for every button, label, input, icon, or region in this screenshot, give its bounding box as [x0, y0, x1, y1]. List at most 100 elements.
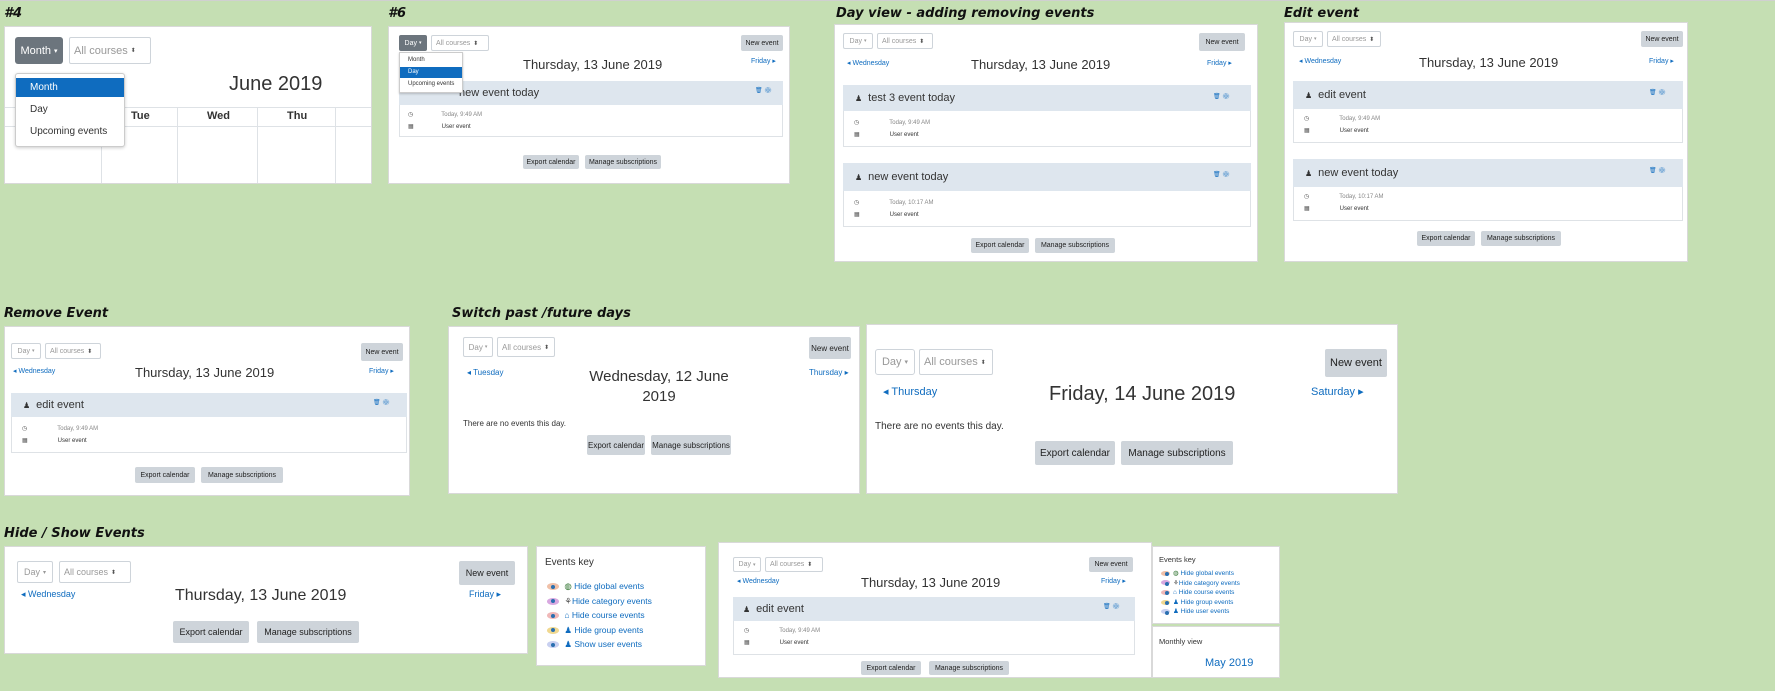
- key-item-global[interactable]: ◍ Hide global events: [1161, 569, 1240, 579]
- course-select[interactable]: All courses ⬍: [765, 557, 823, 572]
- view-select-button[interactable]: Month ▾: [15, 37, 63, 64]
- manage-subscriptions-button[interactable]: Manage subscriptions: [651, 435, 731, 455]
- key-item-course[interactable]: ⌂ Hide course events: [547, 608, 652, 623]
- gear-icon[interactable]: ⚙: [382, 400, 390, 406]
- key-item-group[interactable]: ♟ Hide group events: [1161, 598, 1240, 608]
- gear-icon[interactable]: ⚙: [1222, 94, 1230, 100]
- next-day-link[interactable]: Friday ▸: [751, 57, 776, 65]
- course-select[interactable]: All courses ⬍: [877, 33, 933, 49]
- view-select-button[interactable]: Day ▾: [843, 33, 873, 49]
- manage-subscriptions-button[interactable]: Manage subscriptions: [1121, 441, 1233, 465]
- updown-icon: ⬍: [87, 348, 93, 355]
- next-day-link[interactable]: Thursday ▸: [809, 368, 849, 377]
- export-calendar-button[interactable]: Export calendar: [971, 238, 1029, 253]
- export-calendar-button[interactable]: Export calendar: [587, 435, 645, 455]
- trash-icon[interactable]: 🗑: [1213, 94, 1221, 100]
- event-header[interactable]: ♟ edit event: [733, 597, 1135, 621]
- view-select-button[interactable]: Day ▾: [1293, 31, 1323, 47]
- prev-day-link[interactable]: ◂ Wednesday: [1299, 57, 1341, 65]
- export-calendar-button[interactable]: Export calendar: [173, 621, 249, 643]
- dropdown-item-day[interactable]: Day: [400, 67, 462, 78]
- new-event-button[interactable]: New event: [361, 343, 403, 361]
- day-title-line2: 2019: [642, 388, 676, 405]
- prev-day-link[interactable]: ◂ Tuesday: [467, 368, 503, 377]
- dropdown-item-upcoming[interactable]: Upcoming events: [400, 79, 462, 90]
- gear-icon[interactable]: ⚙: [1658, 90, 1666, 96]
- monthly-view-month[interactable]: May 2019: [1205, 657, 1253, 669]
- export-calendar-button[interactable]: Export calendar: [861, 661, 921, 675]
- course-select[interactable]: All courses ⬍: [59, 561, 131, 583]
- event-header[interactable]: ♟ edit event: [11, 393, 407, 417]
- prev-day-link[interactable]: ◂ Wednesday: [21, 589, 75, 600]
- new-event-button[interactable]: New event: [1641, 31, 1683, 47]
- trash-icon[interactable]: 🗑: [1103, 604, 1111, 610]
- view-select-button[interactable]: Day ▾: [733, 557, 761, 572]
- dropdown-item-upcoming[interactable]: Upcoming events: [16, 122, 124, 141]
- weekday-label: Wed: [207, 110, 231, 122]
- trash-icon[interactable]: 🗑: [1213, 172, 1221, 178]
- course-select[interactable]: All courses ⬍: [919, 349, 993, 375]
- trash-icon[interactable]: 🗑: [755, 88, 763, 94]
- trash-icon[interactable]: 🗑: [1649, 90, 1657, 96]
- new-event-button[interactable]: New event: [1089, 557, 1133, 572]
- course-select[interactable]: All courses ⬍: [1327, 31, 1381, 47]
- course-select[interactable]: All courses ⬍: [431, 35, 489, 51]
- gear-icon[interactable]: ⚙: [1222, 172, 1230, 178]
- key-item-user[interactable]: ♟ Hide user events: [1161, 607, 1240, 617]
- gear-icon[interactable]: ⚙: [1658, 168, 1666, 174]
- view-select-button[interactable]: Day ▾: [875, 349, 915, 375]
- dropdown-item-month[interactable]: Month: [400, 55, 462, 66]
- view-select-button[interactable]: Day ▾: [17, 561, 53, 583]
- next-day-link[interactable]: Friday ▸: [469, 589, 501, 600]
- key-item-course[interactable]: ⌂ Hide course events: [1161, 588, 1240, 598]
- key-item-category[interactable]: ⚘Hide category events: [1161, 579, 1240, 589]
- next-day-link[interactable]: Friday ▸: [1649, 57, 1674, 65]
- prev-day-link[interactable]: ◂ Thursday: [883, 385, 937, 398]
- event-header[interactable]: ♟ test 3 event today: [843, 85, 1251, 111]
- event-header[interactable]: ♟ edit event: [1293, 81, 1683, 109]
- key-item-global[interactable]: ◍ Hide global events: [547, 579, 652, 594]
- event-header[interactable]: ♟ new event today: [843, 163, 1251, 191]
- manage-subscriptions-button[interactable]: Manage subscriptions: [929, 661, 1009, 675]
- export-calendar-button[interactable]: Export calendar: [523, 155, 579, 169]
- trash-icon[interactable]: 🗑: [373, 400, 381, 406]
- dropdown-item-month[interactable]: Month: [16, 78, 124, 97]
- prev-day-link[interactable]: ◂ Wednesday: [737, 577, 779, 585]
- next-day-link[interactable]: Friday ▸: [1207, 59, 1232, 67]
- prev-day-link[interactable]: ◂ Wednesday: [847, 59, 889, 67]
- manage-subscriptions-button[interactable]: Manage subscriptions: [1481, 231, 1561, 246]
- manage-subscriptions-button[interactable]: Manage subscriptions: [1035, 238, 1115, 253]
- trash-icon[interactable]: 🗑: [1649, 168, 1657, 174]
- view-select-label: Day: [404, 39, 417, 47]
- key-item-user[interactable]: ♟ Show user events: [547, 637, 652, 652]
- new-event-button[interactable]: New event: [1199, 33, 1245, 51]
- new-event-button[interactable]: New event: [741, 35, 783, 51]
- view-select-button[interactable]: Day ▾: [399, 35, 427, 51]
- prev-day-link[interactable]: ◂ Wednesday: [13, 367, 55, 375]
- manage-subscriptions-button[interactable]: Manage subscriptions: [585, 155, 661, 169]
- event-type: User event: [57, 437, 87, 444]
- view-select-button[interactable]: Day ▾: [11, 343, 41, 359]
- view-select-button[interactable]: Day ▾: [463, 337, 493, 357]
- next-day-link[interactable]: Friday ▸: [1101, 577, 1126, 585]
- export-calendar-button[interactable]: Export calendar: [1035, 441, 1115, 465]
- gear-icon[interactable]: ⚙: [1112, 604, 1120, 610]
- updown-icon: ⬍: [130, 48, 136, 54]
- event-header[interactable]: ♟ new event today: [1293, 159, 1683, 187]
- new-event-button[interactable]: New event: [459, 561, 515, 585]
- export-calendar-button[interactable]: Export calendar: [1417, 231, 1475, 246]
- new-event-button[interactable]: New event: [809, 337, 851, 359]
- export-calendar-button[interactable]: Export calendar: [135, 467, 195, 483]
- key-item-category[interactable]: ⚘Hide category events: [547, 594, 652, 609]
- manage-subscriptions-button[interactable]: Manage subscriptions: [257, 621, 359, 643]
- course-select[interactable]: All courses ⬍: [45, 343, 101, 359]
- course-select[interactable]: All courses ⬍: [69, 37, 151, 64]
- course-select[interactable]: All courses ⬍: [497, 337, 555, 357]
- new-event-button[interactable]: New event: [1325, 349, 1387, 377]
- next-day-link[interactable]: Saturday ▸: [1311, 385, 1364, 398]
- manage-subscriptions-button[interactable]: Manage subscriptions: [201, 467, 283, 483]
- next-day-link[interactable]: Friday ▸: [369, 367, 394, 375]
- key-item-group[interactable]: ♟ Hide group events: [547, 623, 652, 638]
- dropdown-item-day[interactable]: Day: [16, 100, 124, 119]
- gear-icon[interactable]: ⚙: [764, 88, 772, 94]
